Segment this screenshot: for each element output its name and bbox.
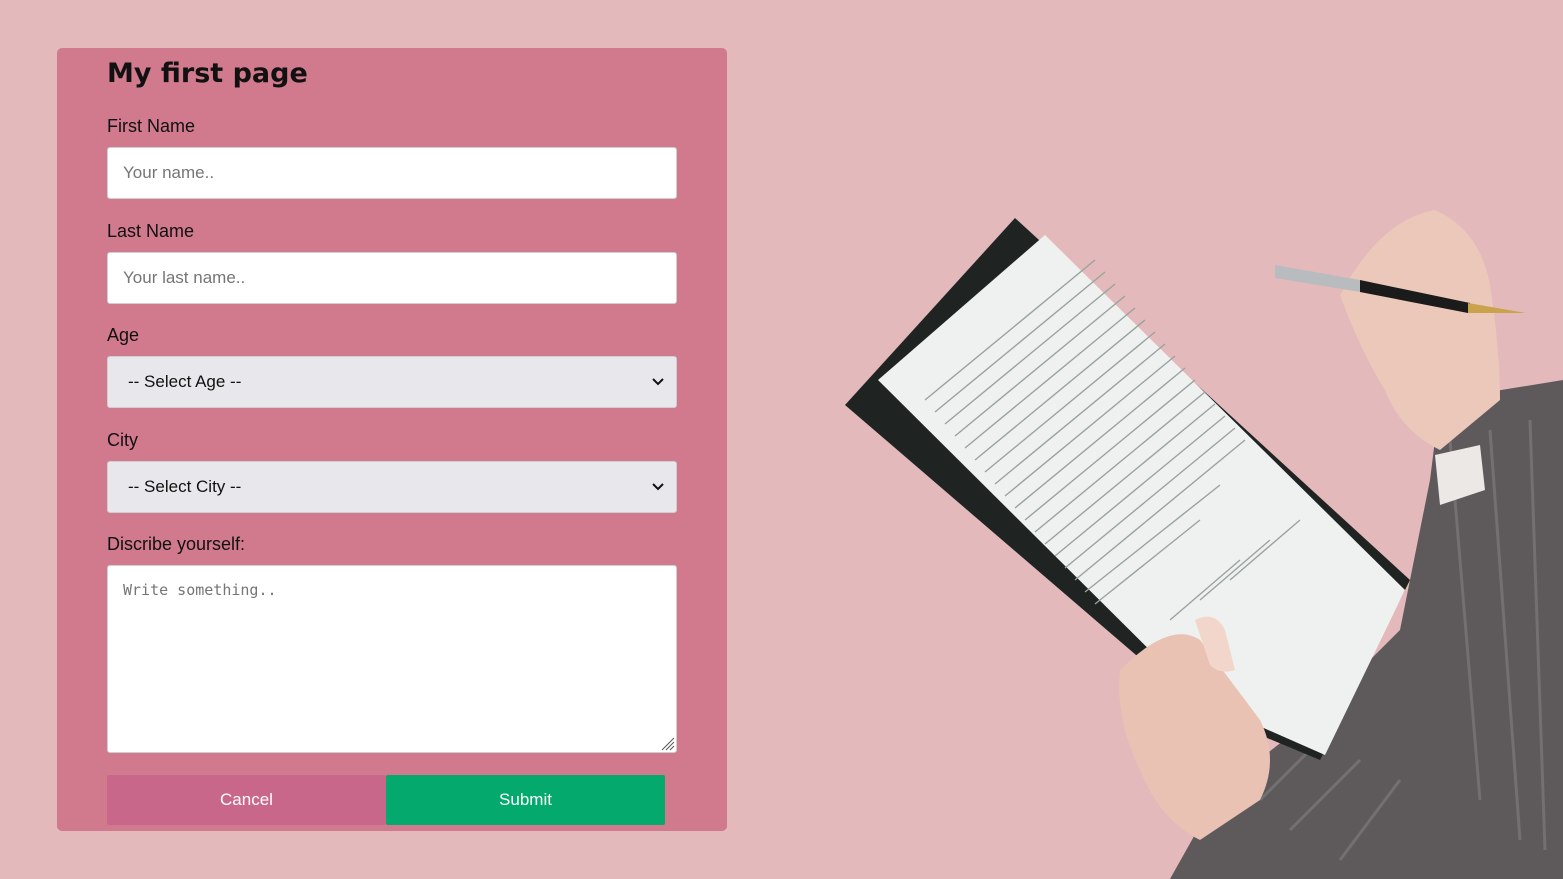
cancel-button[interactable]: Cancel (107, 775, 386, 825)
resize-grip-icon[interactable] (660, 736, 675, 751)
clipboard-document-illustration (845, 210, 1563, 879)
description-textarea[interactable] (107, 565, 677, 753)
first-name-input[interactable] (107, 147, 677, 199)
form-card: My first page First Name Last Name Age -… (57, 48, 727, 831)
last-name-label: Last Name (107, 221, 195, 241)
description-label: Discribe yourself: (107, 534, 246, 554)
page-title: My first page (107, 58, 308, 89)
first-name-label: First Name (107, 116, 196, 136)
hand-upper-shape (1340, 210, 1500, 450)
chevron-down-icon (652, 481, 664, 493)
last-name-input[interactable] (107, 252, 677, 304)
submit-button[interactable]: Submit (386, 775, 665, 825)
age-select[interactable]: -- Select Age -- (107, 356, 677, 408)
chevron-down-icon (652, 376, 664, 388)
age-select-value: -- Select Age -- (128, 372, 242, 391)
page: My first page First Name Last Name Age -… (0, 0, 1563, 879)
city-label: City (107, 430, 138, 450)
city-select[interactable]: -- Select City -- (107, 461, 677, 513)
age-label: Age (107, 325, 140, 345)
city-select-value: -- Select City -- (128, 477, 242, 496)
